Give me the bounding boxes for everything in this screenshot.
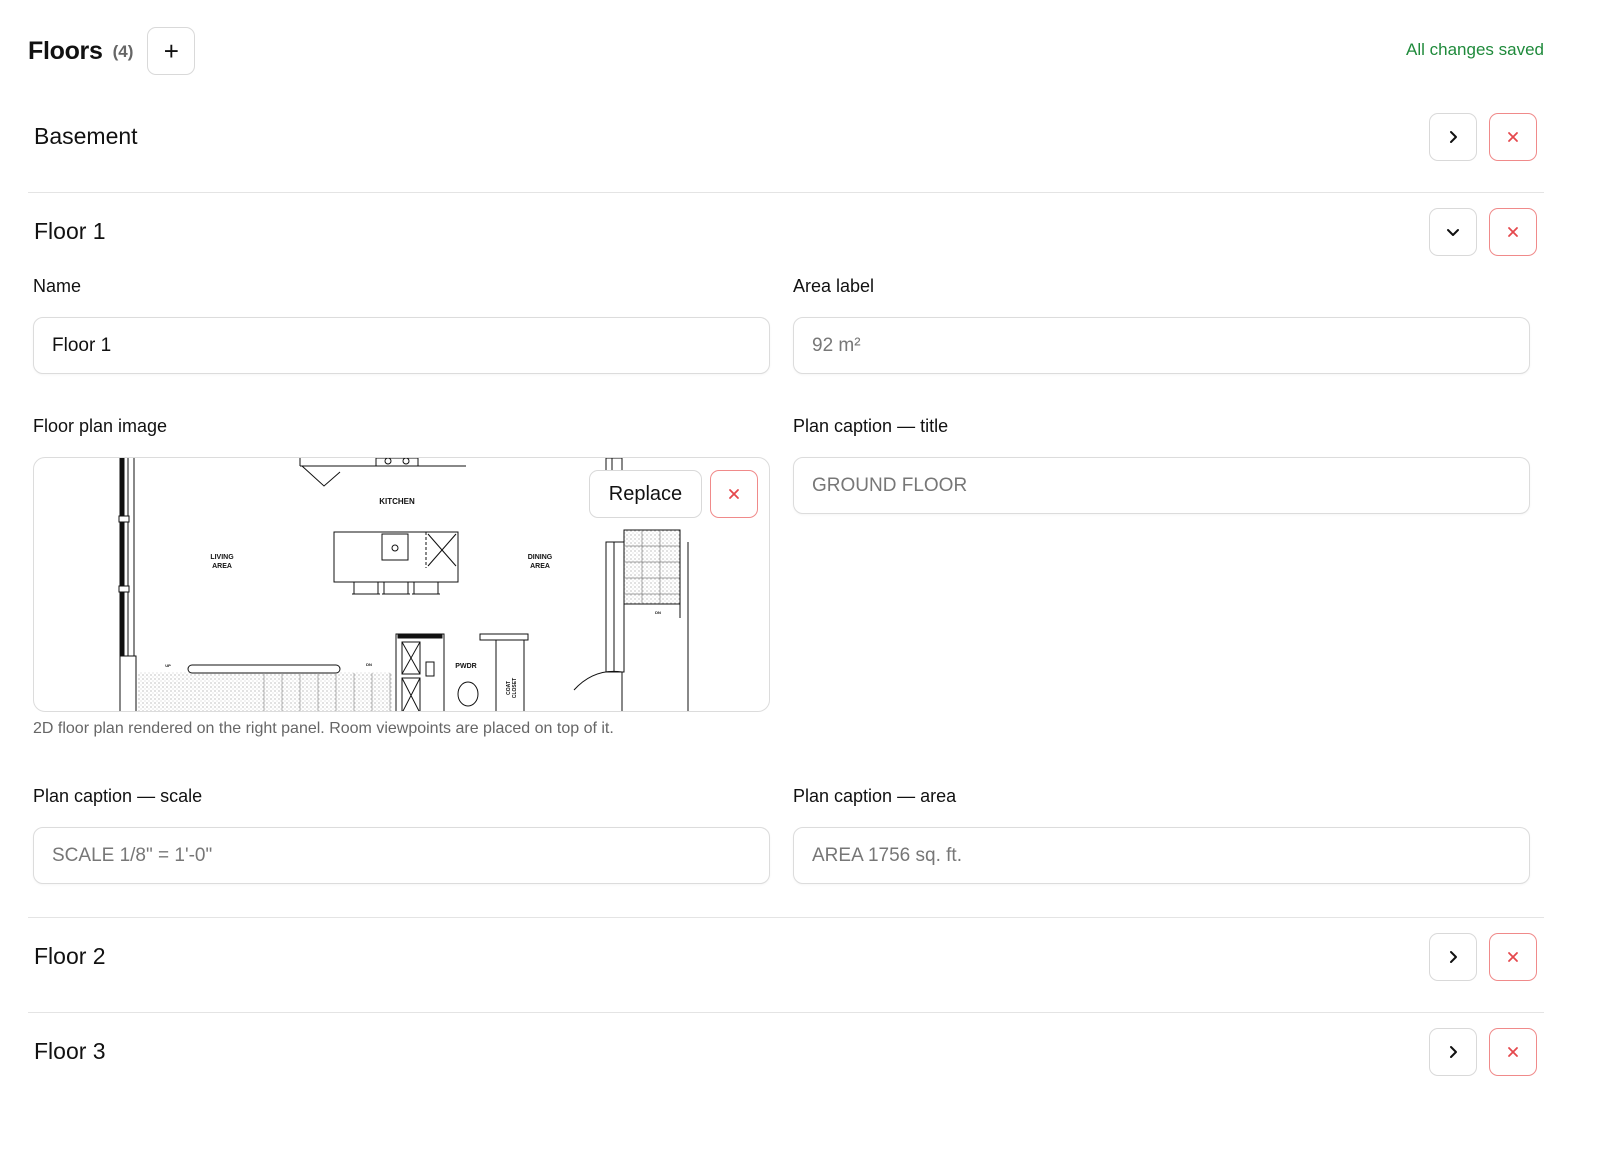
close-icon <box>1508 1047 1518 1057</box>
name-input[interactable]: Floor 1 <box>33 317 770 374</box>
plan-label-kitchen: KITCHEN <box>379 497 415 506</box>
area-label-placeholder: 92 m² <box>812 334 861 356</box>
caption-scale-label: Plan caption — scale <box>33 786 203 806</box>
plan-label-living-1: LIVING <box>210 554 234 561</box>
plan-label-dining-1: DINING <box>528 554 553 561</box>
plan-label-living-2: AREA <box>212 563 232 570</box>
plan-label-up: UP <box>165 663 171 668</box>
floors-header: Floors (4) + All changes saved <box>28 26 1544 76</box>
caption-title-placeholder: GROUND FLOOR <box>812 474 968 496</box>
floor-name: Floor 1 <box>34 218 106 244</box>
floor-row-floor-1[interactable]: Floor 1 <box>28 208 1544 256</box>
caption-area-placeholder: AREA 1756 sq. ft. <box>812 844 962 866</box>
expand-floor-button[interactable] <box>1429 933 1477 981</box>
save-status: All changes saved <box>1406 40 1544 59</box>
floor-name: Floor 2 <box>34 943 106 969</box>
floor-row-floor-3[interactable]: Floor 3 <box>28 1028 1544 1076</box>
delete-floor-button[interactable] <box>1489 1028 1537 1076</box>
chevron-down-icon <box>1447 229 1459 236</box>
caption-area-label: Plan caption — area <box>793 786 957 806</box>
expand-floor-button[interactable] <box>1429 113 1477 161</box>
floor-row-basement[interactable]: Basement <box>28 113 1544 161</box>
delete-floor-button[interactable] <box>1489 933 1537 981</box>
chevron-right-icon <box>1450 951 1457 963</box>
add-floor-button[interactable]: + <box>147 27 196 75</box>
floor-name: Floor 3 <box>34 1038 106 1064</box>
name-label: Name <box>33 276 82 296</box>
caption-title-input[interactable]: GROUND FLOOR <box>793 457 1530 514</box>
replace-label: Replace <box>608 482 683 505</box>
plan-label-pwdr: PWDR <box>455 663 476 670</box>
plan-label-dining-2: AREA <box>530 563 550 570</box>
chevron-right-icon <box>1450 131 1457 143</box>
close-icon <box>729 489 739 499</box>
page-title: Floors <box>28 36 103 65</box>
area-label-input[interactable]: 92 m² <box>793 317 1530 374</box>
caption-area-input[interactable]: AREA 1756 sq. ft. <box>793 827 1530 884</box>
plus-icon: + <box>163 35 179 66</box>
close-icon <box>1508 132 1518 142</box>
plan-label-coat-2: CLOSET <box>512 678 518 698</box>
floor-plan-image: KITCHEN LIVING AREA DINING AREA PWDR COA… <box>33 457 770 712</box>
caption-title-label: Plan caption — title <box>793 416 949 436</box>
divider <box>28 1012 1544 1013</box>
image-hint: 2D floor plan rendered on the right pane… <box>33 720 614 737</box>
area-label-label: Area label <box>793 276 875 296</box>
remove-image-button[interactable] <box>710 470 758 518</box>
plan-label-dn-right: DN <box>655 610 661 615</box>
floor-name: Basement <box>34 123 138 149</box>
floor-count: (4) <box>112 42 134 61</box>
delete-floor-button[interactable] <box>1489 208 1537 256</box>
delete-floor-button[interactable] <box>1489 113 1537 161</box>
plan-label-dn: DN <box>366 662 372 667</box>
close-icon <box>1508 227 1518 237</box>
replace-image-button[interactable]: Replace <box>589 470 702 518</box>
caption-scale-placeholder: SCALE 1/8" = 1'-0" <box>52 844 213 866</box>
expand-floor-button[interactable] <box>1429 1028 1477 1076</box>
divider <box>28 917 1544 918</box>
collapse-floor-button[interactable] <box>1429 208 1477 256</box>
floor-plan-image-label: Floor plan image <box>33 416 168 436</box>
caption-scale-input[interactable]: SCALE 1/8" = 1'-0" <box>33 827 770 884</box>
chevron-right-icon <box>1450 1046 1457 1058</box>
divider <box>28 192 1544 193</box>
floor-row-floor-2[interactable]: Floor 2 <box>28 933 1544 981</box>
close-icon <box>1508 952 1518 962</box>
name-value: Floor 1 <box>52 334 112 356</box>
